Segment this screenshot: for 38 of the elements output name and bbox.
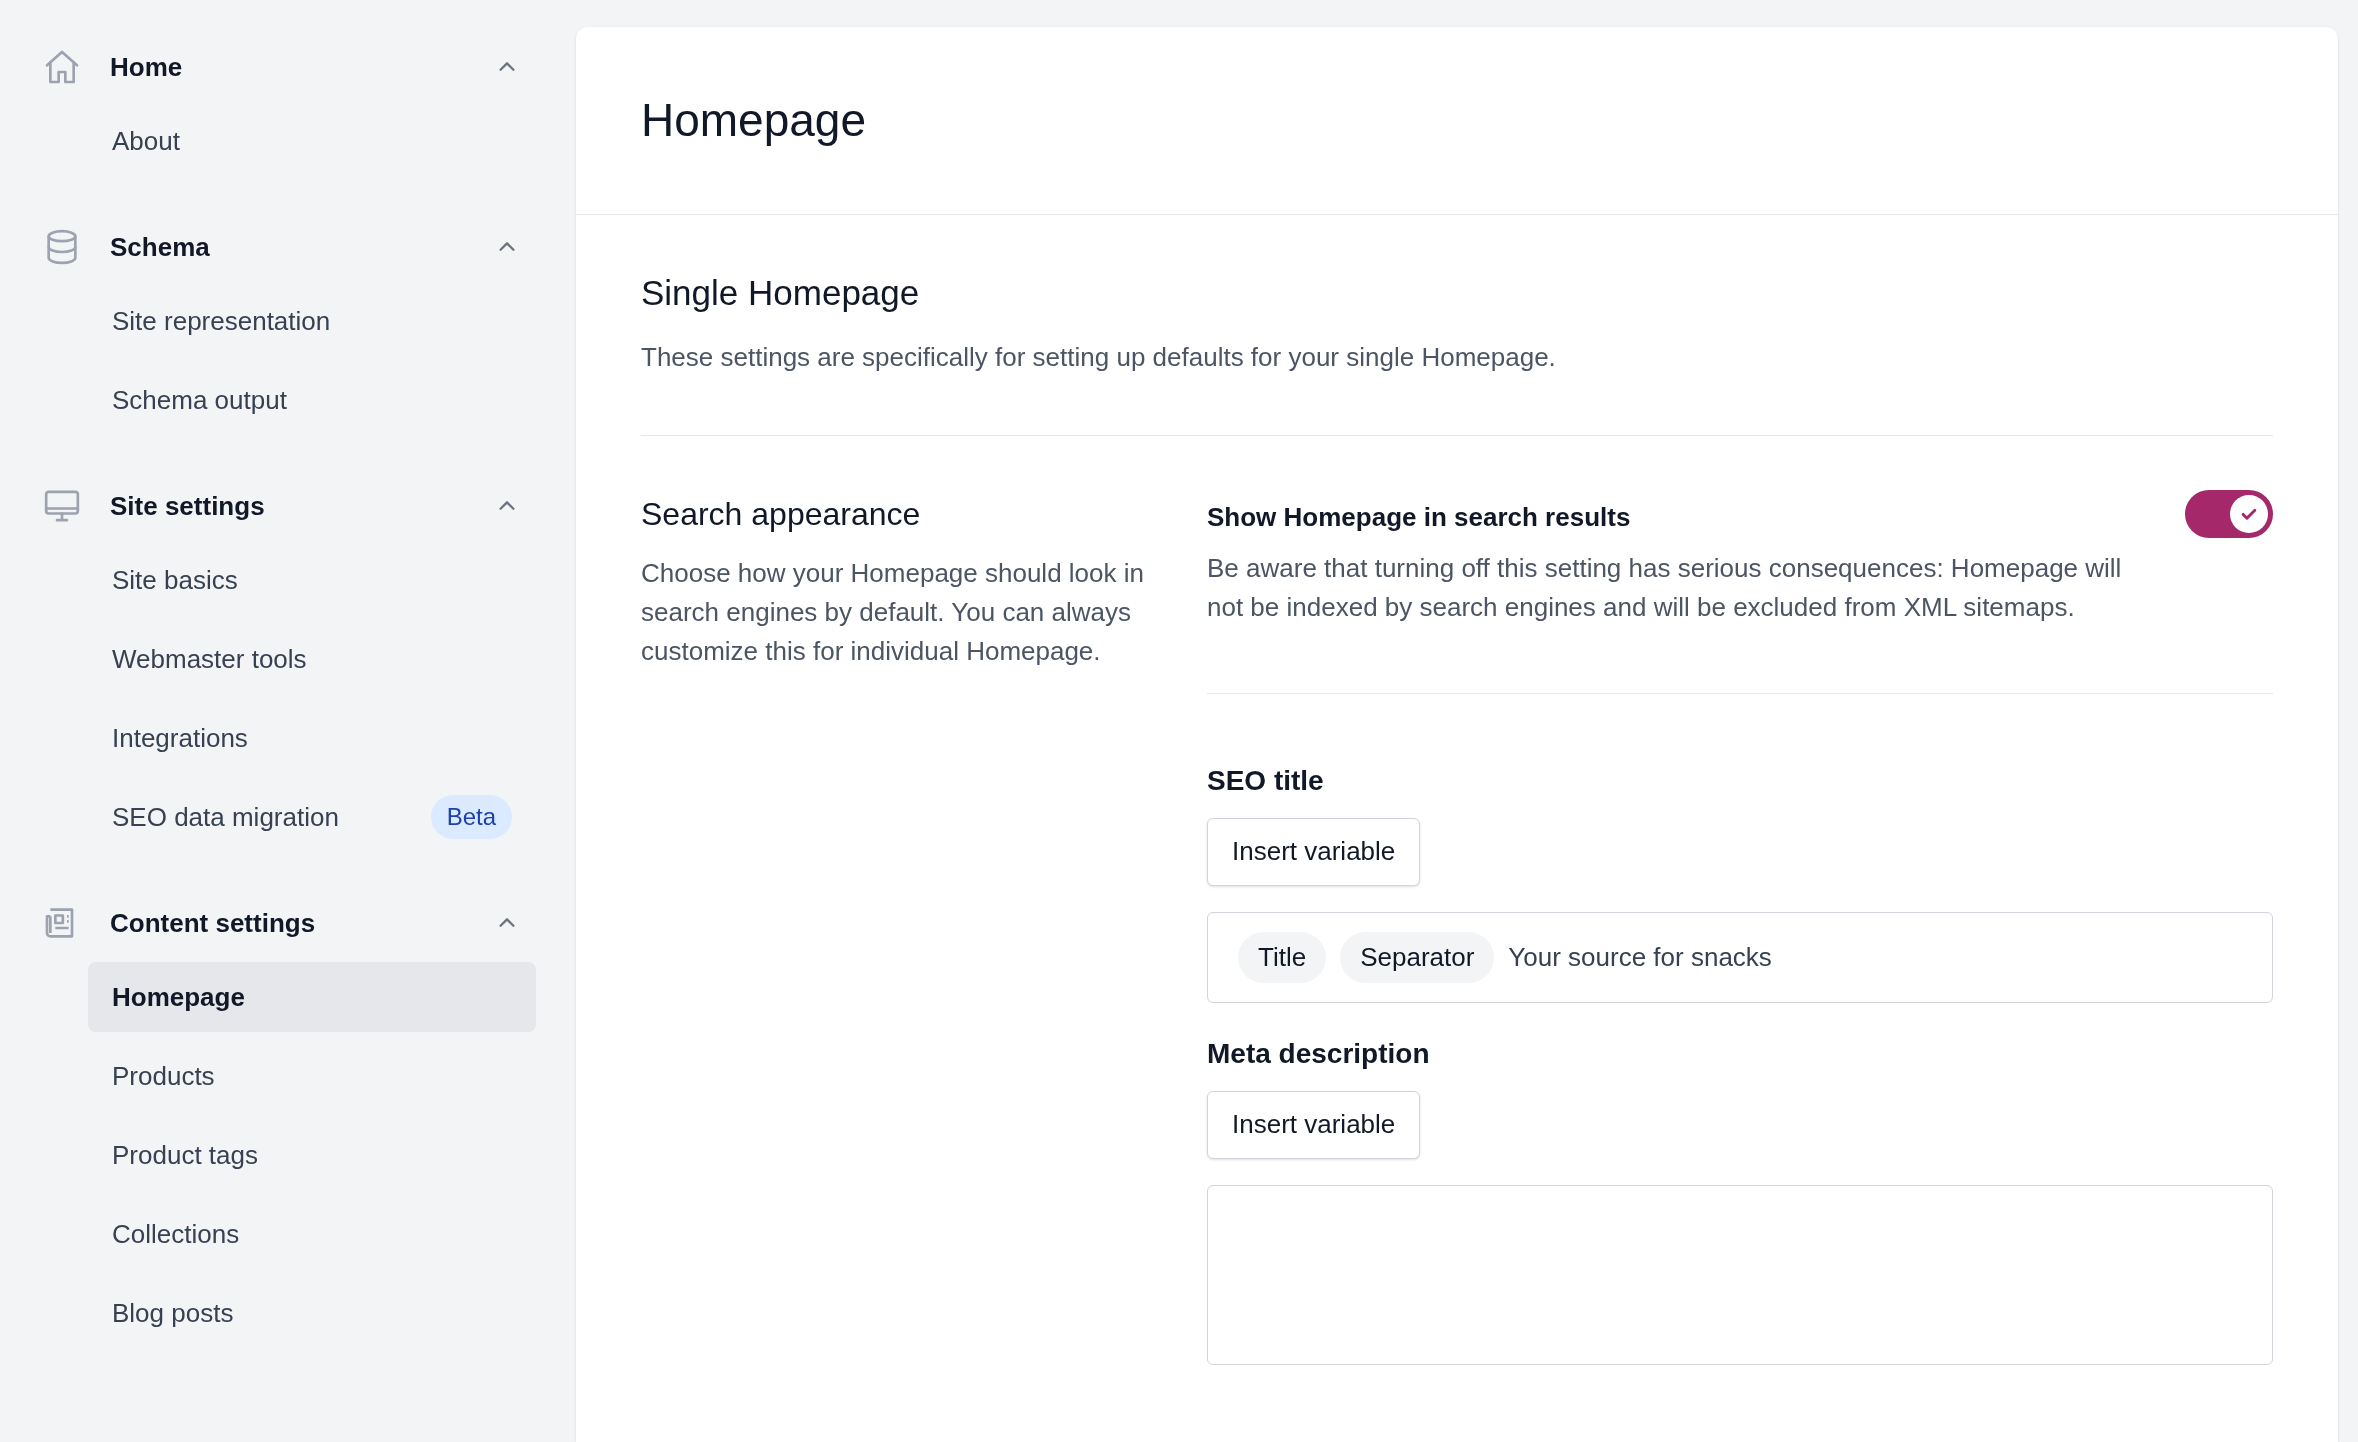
sidebar-item[interactable]: Homepage <box>88 962 536 1032</box>
sidebar-item[interactable]: Site basics <box>88 545 536 615</box>
sidebar-group-header[interactable]: Schema <box>42 216 536 278</box>
beta-badge: Beta <box>430 795 512 839</box>
toggle-description: Be aware that turning off this setting has serious consequences: Homepage will not be indexed by search engines and will be excluded from XML sitemaps. <box>1207 551 2123 624</box>
sidebar-group-header[interactable]: Content settings <box>42 892 536 954</box>
variable-chip: Separator <box>1340 931 1495 983</box>
sidebar-group-header[interactable]: Home <box>42 36 536 98</box>
field-label: Meta description <box>1207 1036 1431 1071</box>
sidebar-item[interactable]: Blog posts <box>88 1278 536 1348</box>
seo-title-field[interactable]: Title Separator Your source for snacks <box>1207 911 2273 1003</box>
group-label: Site settings <box>110 489 266 523</box>
field-label: SEO title <box>1207 763 1325 798</box>
insert-variable-button[interactable]: Insert variable <box>1207 1090 1421 1159</box>
sidebar-item[interactable]: Products <box>88 1041 536 1111</box>
setting-title: Search appearance <box>641 494 922 534</box>
toggle-label: Show Homepage in search results <box>1207 500 1632 534</box>
group-label: Schema <box>110 230 211 264</box>
sidebar-item[interactable]: About <box>88 106 536 176</box>
field-value: Your source for snacks <box>1508 940 1772 974</box>
insert-variable-button[interactable]: Insert variable <box>1207 817 1421 886</box>
variable-chip: Title <box>1238 931 1327 983</box>
setting-description: Choose how your Homepage should look in search engines by default. You can always customize this for individual Homepage. <box>641 556 1145 668</box>
group-label: Home <box>110 50 184 84</box>
page-title: Homepage <box>641 93 867 148</box>
toggle-switch[interactable] <box>2185 489 2273 538</box>
sidebar-item[interactable]: Integrations <box>88 703 536 773</box>
section-title: Single Homepage <box>641 272 921 314</box>
sidebar-item[interactable]: Collections <box>88 1199 536 1269</box>
sidebar-item[interactable]: Site representation <box>88 286 536 356</box>
meta-description-field[interactable] <box>1207 1184 2273 1365</box>
sidebar-item[interactable]: Webmaster tools <box>88 624 536 694</box>
group-label: Content settings <box>110 906 317 940</box>
sidebar-group-header[interactable]: Site settings <box>42 475 536 537</box>
sidebar-item[interactable]: Product tags <box>88 1120 536 1190</box>
section-description: These settings are specifically for setting up defaults for your single Homepage. <box>641 340 1557 374</box>
sidebar-item[interactable]: Schema output <box>88 365 536 435</box>
sidebar-item[interactable]: SEO data migration Beta <box>88 782 536 852</box>
